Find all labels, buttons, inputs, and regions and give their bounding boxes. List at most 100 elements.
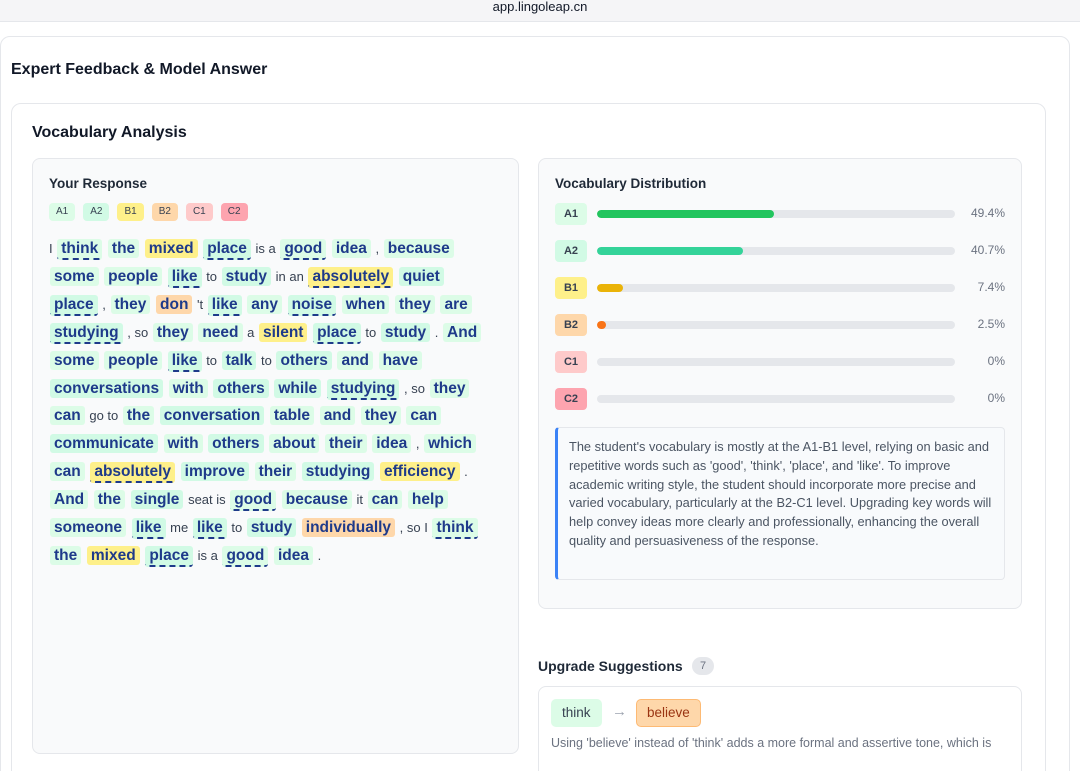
percent-label: 2.5%: [977, 317, 1005, 331]
vocab-word[interactable]: they: [152, 322, 193, 342]
vocab-word[interactable]: good: [230, 490, 277, 512]
vocab-word[interactable]: can: [50, 462, 85, 482]
vocab-word[interactable]: others: [208, 434, 264, 454]
vocab-word[interactable]: are: [440, 294, 472, 314]
vocab-word[interactable]: the: [50, 545, 82, 565]
vocab-word[interactable]: they: [110, 294, 151, 314]
vocab-word[interactable]: the: [122, 406, 155, 426]
vocab-word[interactable]: place: [313, 322, 361, 344]
vocab-word[interactable]: idea: [331, 239, 371, 258]
upgrade-suggestion-card[interactable]: [538, 686, 1022, 771]
vocab-word[interactable]: studying: [301, 462, 375, 482]
vocab-word[interactable]: quiet: [398, 266, 444, 286]
vocab-word[interactable]: single: [130, 490, 184, 510]
plain-text: go to: [89, 408, 119, 424]
vocab-word[interactable]: efficiency: [380, 462, 460, 482]
progress-fill: [597, 284, 624, 292]
vocab-word[interactable]: with: [168, 378, 208, 398]
vocab-word[interactable]: studying: [326, 378, 400, 400]
vocab-word[interactable]: because: [281, 490, 352, 510]
plain-text: me: [170, 520, 189, 536]
vocab-word[interactable]: place: [50, 294, 98, 316]
vocab-word[interactable]: some: [50, 266, 99, 286]
vocab-word[interactable]: they: [394, 294, 435, 314]
vocab-word[interactable]: others: [213, 378, 269, 398]
vocab-word[interactable]: someone: [50, 518, 127, 538]
vocab-word[interactable]: absolutely: [308, 266, 394, 288]
vocab-word[interactable]: with: [163, 434, 203, 454]
vocab-word[interactable]: help: [407, 490, 448, 510]
vocab-word[interactable]: while: [274, 378, 322, 398]
vocab-word[interactable]: And: [443, 322, 482, 342]
vocab-word[interactable]: about: [269, 434, 320, 454]
progress-track: [597, 395, 955, 403]
distribution-row-c1: C1 0%: [555, 351, 1005, 373]
vocab-word[interactable]: idea: [273, 545, 313, 565]
distribution-row-c2: C2 0%: [555, 388, 1005, 410]
vocab-word[interactable]: like: [131, 518, 166, 540]
browser-url-bar[interactable]: app.lingoleap.cn: [0, 0, 1080, 22]
vocab-word[interactable]: place: [145, 545, 193, 567]
vocab-word[interactable]: noise: [287, 294, 337, 316]
progress-fill: [597, 321, 606, 329]
vocab-word[interactable]: place: [203, 239, 251, 260]
legend-a1: A1: [49, 203, 76, 221]
vocab-word[interactable]: and: [319, 406, 356, 426]
vocab-word[interactable]: think: [57, 239, 103, 260]
level-legend: A1 A2 B1 B2 C1 C2: [49, 203, 248, 221]
vocab-word[interactable]: conversations: [50, 378, 164, 398]
vocab-word[interactable]: individually: [301, 518, 396, 538]
vocab-word[interactable]: the: [93, 490, 126, 510]
percent-label: 7.4%: [977, 280, 1005, 294]
vocab-word[interactable]: study: [380, 322, 431, 342]
vocab-word[interactable]: because: [383, 239, 454, 258]
vocab-word[interactable]: their: [324, 434, 367, 454]
vocab-word[interactable]: table: [269, 406, 315, 426]
vocab-word[interactable]: talk: [221, 350, 257, 370]
vocab-word[interactable]: silent: [258, 322, 308, 342]
vocab-word[interactable]: And: [50, 490, 89, 510]
suggested-word-chip: believe: [636, 699, 701, 727]
vocab-word[interactable]: good: [222, 545, 269, 567]
vocab-word[interactable]: study: [221, 266, 271, 286]
vocab-word[interactable]: communicate: [50, 434, 158, 454]
vocab-word[interactable]: can: [50, 406, 85, 426]
vocab-word[interactable]: like: [207, 294, 242, 316]
plain-text: ,: [375, 241, 380, 256]
vocab-word[interactable]: people: [104, 350, 163, 370]
vocab-word[interactable]: can: [406, 406, 442, 426]
vocab-word[interactable]: like: [167, 350, 202, 372]
vocab-word[interactable]: any: [247, 294, 282, 314]
vocab-word[interactable]: think: [432, 518, 478, 540]
distribution-title: Vocabulary Distribution: [555, 176, 707, 191]
legend-c2: C2: [220, 203, 248, 221]
vocab-word[interactable]: which: [424, 434, 477, 454]
response-text: I think the mixed place is a good idea ,…: [49, 235, 489, 570]
page-title: Expert Feedback & Model Answer: [11, 61, 268, 78]
vocab-word[interactable]: the: [107, 239, 140, 258]
vocab-word[interactable]: others: [276, 350, 332, 370]
vocab-word[interactable]: conversation: [159, 406, 265, 426]
vocab-word[interactable]: like: [167, 266, 202, 288]
vocab-word[interactable]: they: [429, 378, 470, 398]
vocab-word[interactable]: mixed: [86, 545, 140, 565]
vocab-word[interactable]: study: [246, 518, 297, 538]
vocab-word[interactable]: improve: [180, 462, 249, 482]
vocab-word[interactable]: some: [50, 350, 99, 370]
vocab-word[interactable]: people: [104, 266, 163, 286]
vocab-word[interactable]: have: [378, 350, 422, 370]
vocab-word[interactable]: can: [367, 490, 403, 510]
vocab-word[interactable]: good: [280, 239, 327, 260]
vocab-word[interactable]: studying: [50, 322, 123, 344]
vocab-word[interactable]: absolutely: [90, 462, 176, 484]
vocab-word[interactable]: like: [192, 518, 227, 540]
vocab-word[interactable]: when: [341, 294, 390, 314]
vocab-word[interactable]: don: [156, 294, 193, 314]
vocab-word[interactable]: their: [254, 462, 297, 482]
vocab-word[interactable]: mixed: [144, 239, 198, 258]
vocab-word[interactable]: need: [198, 322, 243, 342]
vocab-word[interactable]: idea: [372, 434, 412, 454]
vocab-word[interactable]: and: [337, 350, 374, 370]
plain-text: , so: [403, 380, 425, 396]
vocab-word[interactable]: they: [360, 406, 401, 426]
